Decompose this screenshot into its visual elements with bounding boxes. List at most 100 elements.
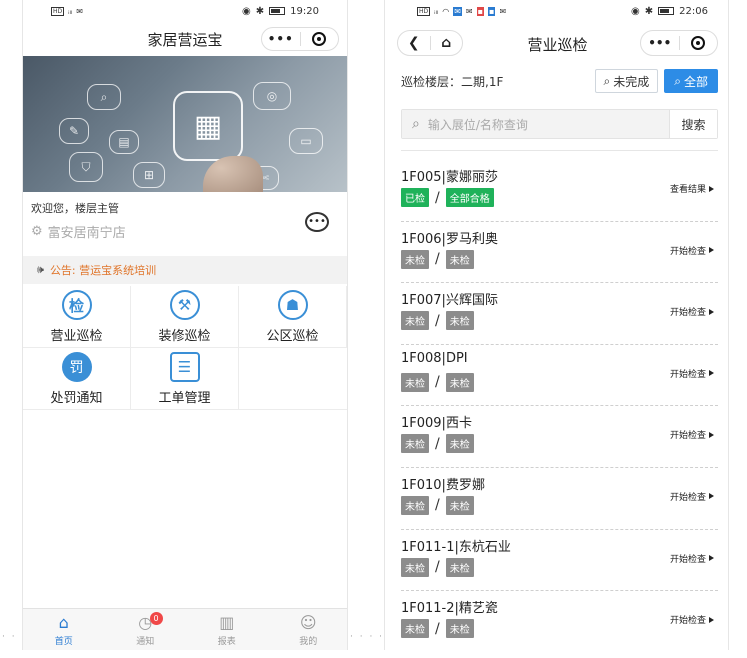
arrow-right-icon bbox=[709, 616, 714, 623]
announcement-bar[interactable]: 🕪 公告: 营运宝系统培训 bbox=[23, 256, 347, 284]
all-filter-button[interactable]: ⌕ 全部 bbox=[664, 69, 718, 93]
grid-work-order[interactable]: ☰ 工单管理 bbox=[131, 348, 239, 409]
item-action-link[interactable]: 开始检查 bbox=[670, 613, 714, 626]
eye-icon: ◉ bbox=[242, 5, 251, 17]
tab-label: 通知 bbox=[136, 636, 155, 647]
home-screen: HD ᵢₗₗ ✉ ◉ ✱ 19:20 家居营运宝 ••• ⌕ ✎ ▤ ⛉ ⊞ ◎ ▭… bbox=[22, 0, 348, 650]
action-label: 开始检查 bbox=[669, 431, 706, 442]
result-badge: 全部合格 bbox=[445, 188, 494, 207]
status-badge: 未检 bbox=[401, 434, 429, 454]
list-item[interactable]: 1F006|罗马利奥 未检 / 未检 开始检查 bbox=[401, 222, 718, 284]
list-item[interactable]: 1F008|DPI 未检 / 未检 开始检查 bbox=[401, 345, 718, 407]
store-booth-name: 1F005|蒙娜丽莎 bbox=[401, 170, 498, 185]
action-label: 开始检查 bbox=[669, 616, 706, 627]
status-badge: 未检 bbox=[401, 311, 429, 331]
arrow-right-icon bbox=[709, 247, 714, 254]
list-item[interactable]: 1F005|蒙娜丽莎已检 / 全部合格 查看结果 bbox=[401, 160, 718, 222]
list-item[interactable]: 1F011-1|东杭石业 未检 / 未检 开始检查 bbox=[401, 530, 718, 592]
item-action-link[interactable]: 开始检查 bbox=[670, 244, 714, 257]
more-button[interactable]: ••• bbox=[262, 32, 300, 46]
store-booth-name: 1F010|费罗娜 bbox=[401, 477, 485, 493]
search-button[interactable]: 搜索 bbox=[669, 110, 717, 138]
result-badge: 未检 bbox=[445, 311, 474, 331]
grid-label: 处罚通知 bbox=[50, 391, 103, 406]
list-item[interactable]: 1F010|费罗娜 未检 / 未检 开始检查 bbox=[401, 468, 718, 530]
list-item[interactable]: 1F009|西卡 未检 / 未检 开始检查 bbox=[401, 406, 718, 468]
item-action-link[interactable]: 查看结果 bbox=[670, 182, 714, 195]
grid-label: 工单管理 bbox=[158, 391, 211, 406]
signal-icons: HD ᵢₗₗ ✉ bbox=[51, 6, 83, 16]
result-badge: 未检 bbox=[445, 372, 474, 392]
mini-program-capsule: ••• bbox=[261, 27, 339, 51]
battery-icon bbox=[269, 7, 286, 15]
eye-icon: ◉ bbox=[631, 5, 640, 17]
nav-bar: 家居营运宝 ••• bbox=[23, 22, 347, 56]
arrow-right-icon bbox=[709, 493, 714, 500]
result-badge: 未检 bbox=[445, 619, 474, 639]
bluetooth-icon: ✱ bbox=[644, 5, 654, 17]
tab-notifications[interactable]: ◷ 0 通知 bbox=[105, 609, 187, 650]
wrench-icon: ⚒ bbox=[169, 290, 200, 320]
tag-separator: / bbox=[435, 374, 440, 391]
divider-dots: · · bbox=[2, 632, 17, 642]
tab-home[interactable]: ⌂ 首页 bbox=[23, 609, 105, 650]
store-booth-name: 1F011-2|精艺瓷 bbox=[401, 601, 498, 617]
inspection-list: 1F005|蒙娜丽莎 已检 / 全部合格 查看结果 1F006|罗马利奥 未检 / 未检 开始检查… bbox=[401, 160, 718, 650]
item-action-link[interactable]: 开始检查 bbox=[670, 490, 714, 503]
tab-label: 首页 bbox=[54, 636, 73, 647]
close-button[interactable] bbox=[680, 36, 718, 50]
grid-penalty-notice[interactable]: 罚 处罚通知 bbox=[23, 348, 131, 409]
message-icon[interactable]: ••• bbox=[305, 212, 329, 232]
clipboard-user-icon: ☰ bbox=[169, 352, 200, 382]
item-action-link[interactable]: 开始检查 bbox=[670, 305, 714, 318]
divider-dots: · · · · bbox=[350, 632, 385, 642]
item-action-link[interactable]: 开始检查 bbox=[670, 367, 714, 380]
search-input[interactable]: ⌕ 输入展位/名称查询 bbox=[402, 110, 669, 138]
status-badge: 未检 bbox=[401, 619, 429, 639]
more-button[interactable]: ••• bbox=[641, 36, 679, 50]
status-bar: HD ᵢₗₗ ✉ ◉ ✱ 19:20 bbox=[23, 0, 347, 22]
result-badge: 未检 bbox=[445, 557, 474, 577]
item-action-link[interactable]: 开始检查 bbox=[670, 552, 714, 565]
grid-renovation-inspection[interactable]: ⚒ 装修巡检 bbox=[131, 286, 239, 347]
result-badge: 未检 bbox=[445, 495, 474, 515]
store-booth-name: 1F006|罗马利奥 bbox=[401, 231, 498, 247]
banner-image[interactable]: ⌕ ✎ ▤ ⛉ ⊞ ◎ ▭ ✄ ▦ bbox=[23, 56, 347, 192]
grid-public-area-inspection[interactable]: ☗ 公区巡检 bbox=[239, 286, 347, 347]
store-booth-name: 1F008|DPI bbox=[401, 350, 468, 366]
list-item[interactable]: 1F011-2|精艺瓷未检 / 未检 开始检查 bbox=[401, 591, 718, 650]
button-label: 未完成 bbox=[613, 74, 650, 89]
action-label: 开始检查 bbox=[669, 308, 706, 319]
grid-business-inspection[interactable]: 检 营业巡检 bbox=[23, 286, 131, 347]
tab-mine[interactable]: ☺ 我的 bbox=[268, 609, 348, 650]
status-badge: 未检 bbox=[401, 495, 429, 515]
chat-icon: ▭ bbox=[289, 128, 323, 154]
status-bar: HD ᵢₗₗ ◠ ✉ ✉ ▪ ▪ ✉ ◉ ✱ 22:06 bbox=[385, 0, 728, 22]
target-icon bbox=[312, 32, 327, 46]
status-badge: 已检 bbox=[401, 188, 429, 207]
tab-reports[interactable]: ▥ 报表 bbox=[186, 609, 268, 650]
document-icon: ▤ bbox=[109, 130, 139, 154]
tag-separator: / bbox=[435, 620, 440, 637]
close-button[interactable] bbox=[301, 32, 339, 46]
status-tags: 未检 / 未检 bbox=[401, 557, 474, 577]
action-label: 开始检查 bbox=[669, 246, 706, 257]
edit-icon: ✎ bbox=[59, 118, 89, 144]
gear-icon: ⚙ bbox=[31, 224, 43, 239]
item-action-link[interactable]: 开始检查 bbox=[670, 428, 714, 441]
tab-bar: ⌂ 首页 ◷ 0 通知 ▥ 报表 ☺ 我的 bbox=[23, 608, 348, 650]
store-selector[interactable]: ⚙ 富安居南宁店 bbox=[31, 222, 126, 241]
signal-icons: HD ᵢₗₗ ◠ ✉ ✉ ▪ ▪ ✉ bbox=[417, 6, 507, 16]
target-icon bbox=[691, 36, 706, 50]
grid-label: 装修巡检 bbox=[158, 329, 211, 344]
home-icon: ⌂ bbox=[58, 612, 69, 632]
status-tags: 已检 / 全部合格 bbox=[401, 188, 494, 207]
app-title: 家居营运宝 bbox=[147, 30, 223, 49]
search-placeholder: 输入展位/名称查询 bbox=[427, 117, 528, 132]
status-time: 19:20 bbox=[290, 5, 319, 17]
function-grid: 检 营业巡检 ⚒ 装修巡检 ☗ 公区巡检 罚 处罚通知 ☰ 工单管理 bbox=[23, 286, 347, 410]
incomplete-filter-button[interactable]: ⌕ 未完成 bbox=[594, 69, 659, 93]
list-item[interactable]: 1F007|兴辉国际 未检 / 未检 开始检查 bbox=[401, 283, 718, 345]
nav-bar: ❮ ⌂ 营业巡检 ••• bbox=[385, 28, 728, 60]
shield-icon: ⛉ bbox=[69, 152, 103, 182]
